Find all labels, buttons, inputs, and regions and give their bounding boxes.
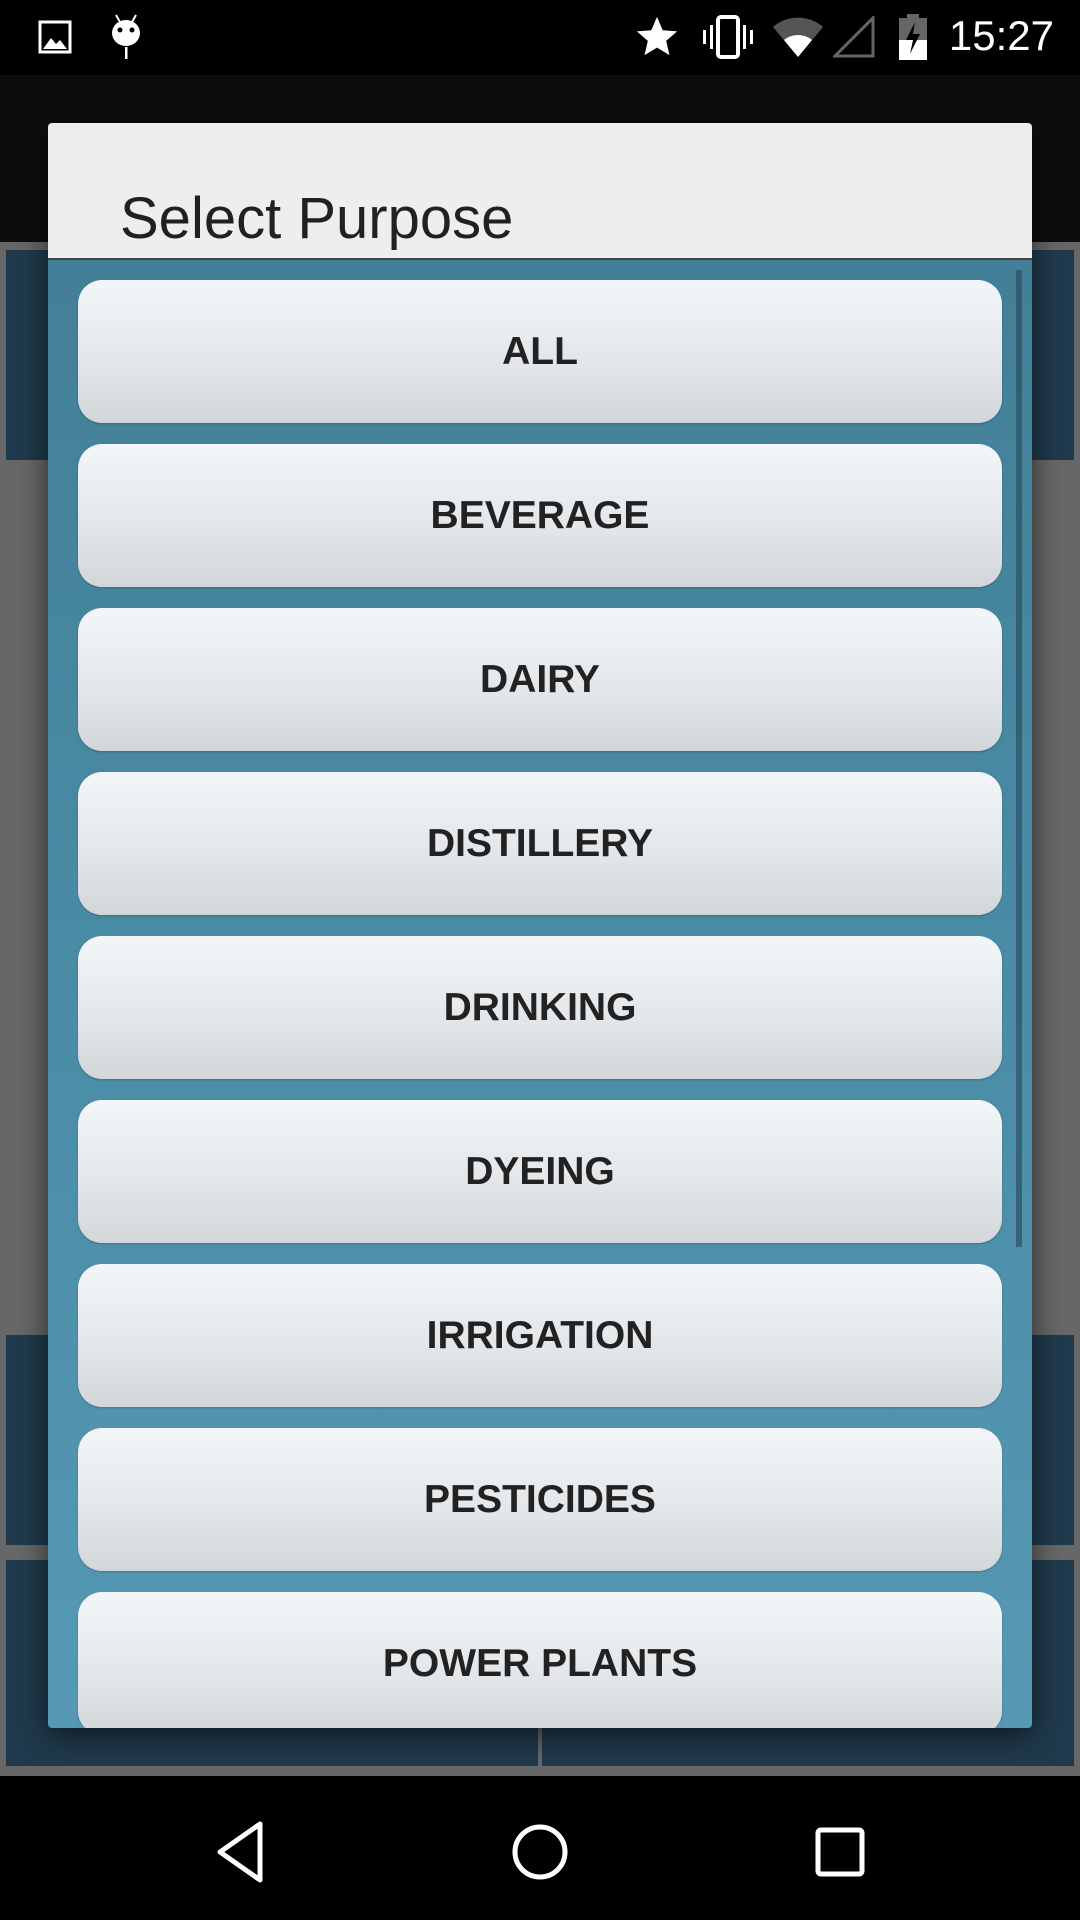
signal-icon <box>832 14 876 60</box>
option-irrigation[interactable]: IRRIGATION <box>78 1264 1002 1407</box>
option-dairy[interactable]: DAIRY <box>78 608 1002 751</box>
clock: 15:27 <box>948 12 1054 59</box>
option-dyeing[interactable]: DYEING <box>78 1100 1002 1243</box>
purpose-list[interactable]: ALL BEVERAGE DAIRY DISTILLERY DRINKING D… <box>48 260 1032 1728</box>
home-icon[interactable] <box>500 1812 580 1892</box>
vibrate-icon <box>700 14 756 60</box>
star-icon <box>634 14 680 60</box>
android-debug-icon <box>106 14 146 60</box>
scrollbar[interactable] <box>1016 270 1022 1247</box>
dialog-title-bar: Select Purpose <box>48 123 1032 260</box>
status-bar: 15:27 <box>0 0 1080 75</box>
dialog-title: Select Purpose <box>120 186 514 251</box>
navigation-bar <box>0 1776 1080 1920</box>
battery-charging-icon <box>896 14 930 60</box>
option-power-plants[interactable]: POWER PLANTS <box>78 1592 1002 1728</box>
option-pesticides[interactable]: PESTICIDES <box>78 1428 1002 1571</box>
select-purpose-dialog: Select Purpose ALL BEVERAGE DAIRY DISTIL… <box>48 123 1032 1728</box>
wifi-icon <box>772 14 824 60</box>
option-all[interactable]: ALL <box>78 280 1002 423</box>
image-icon <box>36 14 74 60</box>
option-distillery[interactable]: DISTILLERY <box>78 772 1002 915</box>
recents-icon[interactable] <box>800 1812 880 1892</box>
option-beverage[interactable]: BEVERAGE <box>78 444 1002 587</box>
back-icon[interactable] <box>200 1812 280 1892</box>
option-drinking[interactable]: DRINKING <box>78 936 1002 1079</box>
